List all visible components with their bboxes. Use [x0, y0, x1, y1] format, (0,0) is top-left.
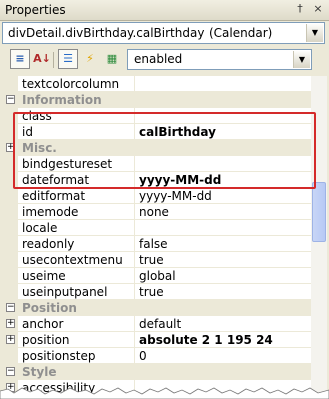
property-row[interactable]: useime global	[2, 268, 311, 284]
property-row[interactable]: positionstep 0	[2, 348, 311, 364]
property-row[interactable]: useinputpanel true	[2, 284, 311, 300]
expand-icon[interactable]: +	[6, 319, 15, 328]
property-name: usecontextmenu	[22, 253, 123, 267]
chevron-down-icon[interactable]: ▼	[293, 51, 310, 68]
properties-icon[interactable]: ☰	[58, 49, 78, 69]
property-name: textcolorcolumn	[22, 77, 120, 91]
property-name: imemode	[22, 205, 79, 219]
row-gutter	[2, 348, 18, 364]
column-divider	[134, 348, 135, 364]
row-gutter	[2, 220, 18, 236]
column-divider	[134, 236, 135, 252]
property-name: editformat	[22, 189, 86, 203]
row-gutter	[2, 268, 18, 284]
expand-icon[interactable]: +	[6, 335, 15, 344]
pin-icon[interactable]: †	[293, 2, 307, 16]
row-gutter	[2, 76, 18, 92]
category-row[interactable]: − Style	[2, 364, 311, 380]
property-row[interactable]: readonly false	[2, 236, 311, 252]
property-name: useinputpanel	[22, 285, 108, 299]
collapse-icon[interactable]: −	[6, 95, 15, 104]
category-label: Information	[22, 93, 102, 107]
property-value[interactable]: true	[139, 252, 164, 268]
object-type: (Calendar)	[209, 26, 273, 40]
property-value[interactable]: none	[139, 204, 169, 220]
category-row[interactable]: − Position	[2, 300, 311, 316]
row-gutter	[2, 188, 18, 204]
property-name: locale	[22, 221, 58, 235]
filter-dropdown[interactable]: enabled ▼	[127, 49, 312, 70]
category-row[interactable]: − Information	[2, 92, 311, 108]
close-icon[interactable]: ×	[311, 2, 325, 16]
property-row[interactable]: imemode none	[2, 204, 311, 220]
row-gutter	[2, 204, 18, 220]
object-selector[interactable]: divDetail.divBirthday.calBirthday (Calen…	[2, 22, 325, 44]
property-value[interactable]: global	[139, 268, 176, 284]
highlight-box	[13, 112, 316, 189]
categorized-icon[interactable]: ≡	[10, 49, 30, 69]
property-row[interactable]: textcolorcolumn	[2, 76, 311, 92]
category-label: Position	[22, 301, 77, 315]
column-divider	[134, 204, 135, 220]
column-divider	[134, 220, 135, 236]
property-row[interactable]: + anchor default	[2, 316, 311, 332]
scrollbar-thumb[interactable]	[312, 182, 326, 242]
property-name: readonly	[22, 237, 75, 251]
column-divider	[134, 188, 135, 204]
property-value[interactable]: false	[139, 236, 168, 252]
property-value[interactable]: true	[139, 284, 164, 300]
title-bar: Properties † ×	[0, 0, 329, 21]
object-name: divDetail.divBirthday.calBirthday	[8, 26, 205, 40]
panel-title: Properties	[5, 3, 66, 17]
torn-edge	[0, 387, 329, 399]
events-icon[interactable]: ⚡	[80, 49, 100, 69]
property-name: anchor	[22, 317, 64, 331]
collapse-icon[interactable]: −	[6, 367, 15, 376]
column-divider	[134, 268, 135, 284]
collapse-icon[interactable]: −	[6, 303, 15, 312]
property-row[interactable]: locale	[2, 220, 311, 236]
category-label: Style	[22, 365, 57, 379]
toolbar: ≡ A↓ ☰ ⚡ ▦ enabled ▼	[0, 46, 329, 74]
column-divider	[134, 252, 135, 268]
row-gutter	[2, 236, 18, 252]
property-name: useime	[22, 269, 66, 283]
property-row[interactable]: usecontextmenu true	[2, 252, 311, 268]
property-pages-icon[interactable]: ▦	[102, 49, 122, 69]
property-name: position	[22, 333, 70, 347]
row-gutter	[2, 284, 18, 300]
properties-panel: Properties † × divDetail.divBirthday.cal…	[0, 0, 329, 399]
column-divider	[134, 316, 135, 332]
property-value[interactable]: default	[139, 316, 181, 332]
chevron-down-icon[interactable]: ▼	[306, 24, 323, 42]
property-row[interactable]: editformat yyyy-MM-dd	[2, 188, 311, 204]
column-divider	[134, 284, 135, 300]
row-gutter	[2, 252, 18, 268]
property-name: positionstep	[22, 349, 96, 363]
toolbar-separator	[53, 52, 54, 68]
alphabetical-sort-icon[interactable]: A↓	[32, 49, 52, 69]
column-divider	[134, 332, 135, 348]
property-value[interactable]: 0	[139, 348, 147, 364]
column-divider	[134, 76, 135, 92]
property-value[interactable]: absolute 2 1 195 24	[139, 332, 273, 348]
filter-value: enabled	[134, 52, 183, 66]
property-row[interactable]: + position absolute 2 1 195 24	[2, 332, 311, 348]
property-value[interactable]: yyyy-MM-dd	[139, 188, 212, 204]
